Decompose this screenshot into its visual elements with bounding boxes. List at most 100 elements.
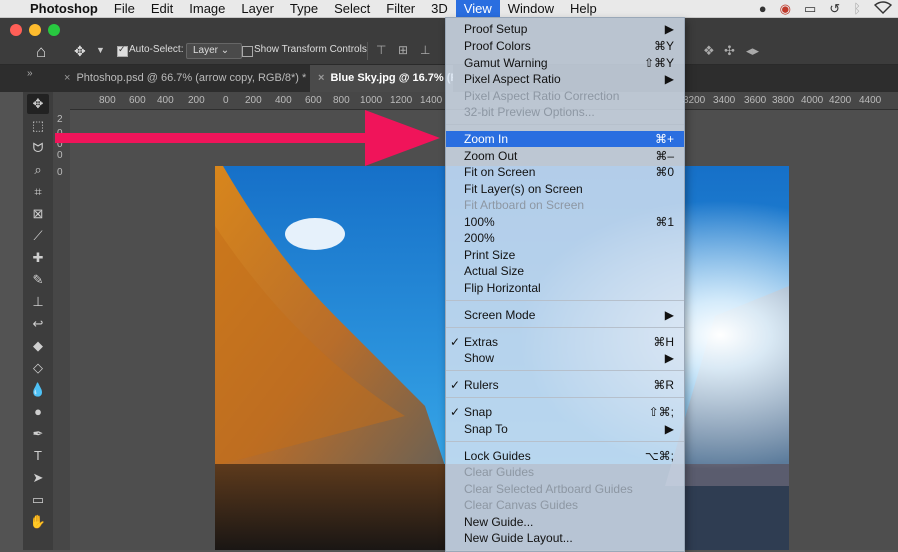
menu-bar-tray: ● ◉ ▭ ↺ ᛒ <box>759 0 893 17</box>
eyedropper-tool-icon[interactable]: ⟋ <box>27 226 49 246</box>
close-window-button[interactable] <box>10 24 22 36</box>
menu-item-snap-to[interactable]: Snap To ▶ <box>446 421 684 437</box>
menu-item-pixel-aspect-ratio[interactable]: Pixel Aspect Ratio ▶ <box>446 71 684 87</box>
3d-pan-icon[interactable]: ✣ <box>724 43 735 59</box>
menu-item-actual-size[interactable]: Actual Size <box>446 263 684 279</box>
menu-type[interactable]: Type <box>282 0 326 17</box>
menu-item-label: Lock Guides <box>464 449 531 463</box>
menu-view[interactable]: View <box>455 0 500 17</box>
menu-item-print-size[interactable]: Print Size <box>446 247 684 263</box>
align-vcenter-icon[interactable]: ⊞ <box>398 43 408 57</box>
chevron-down-icon[interactable]: ▼ <box>96 45 105 55</box>
menu-window[interactable]: Window <box>500 0 562 17</box>
menu-filter[interactable]: Filter <box>378 0 423 17</box>
minimize-window-button[interactable] <box>29 24 41 36</box>
lasso-tool-icon[interactable]: ᗢ <box>27 138 49 158</box>
menu-item-snap[interactable]: ✓ Snap ⇧⌘; <box>446 404 684 420</box>
close-tab-icon[interactable]: × <box>64 72 70 84</box>
type-tool-icon[interactable]: T <box>27 446 49 466</box>
menu-item-fit-artboard-on-screen: Fit Artboard on Screen <box>446 197 684 213</box>
menu-item-100-percent[interactable]: 100% ⌘1 <box>446 214 684 230</box>
menu-item-new-guide-layout[interactable]: New Guide Layout... <box>446 530 684 546</box>
ruler-label: 800 <box>99 95 116 106</box>
menu-edit[interactable]: Edit <box>143 0 181 17</box>
menu-item-proof-colors[interactable]: Proof Colors ⌘Y <box>446 38 684 54</box>
ruler-label: 600 <box>129 95 146 106</box>
bluetooth-icon[interactable]: ᛒ <box>853 1 861 16</box>
menu-image[interactable]: Image <box>181 0 233 17</box>
3d-slide-icon[interactable]: ◂▸ <box>746 43 759 59</box>
menu-item-new-guide[interactable]: New Guide... <box>446 514 684 530</box>
brush-tool-icon[interactable]: ✎ <box>27 270 49 290</box>
3d-orbit-icon[interactable]: ❖ <box>703 43 715 59</box>
ruler-label: 3200 <box>683 95 706 106</box>
quick-select-tool-icon[interactable]: ⌕ <box>27 160 49 180</box>
check-mark: ✓ <box>450 335 461 349</box>
auto-select-target-value: Layer <box>193 45 219 56</box>
menu-item-show[interactable]: Show ▶ <box>446 350 684 366</box>
tab-photoshop-psd[interactable]: × Phtoshop.psd @ 66.7% (arrow copy, RGB/8… <box>56 65 316 92</box>
healing-brush-tool-icon[interactable]: ✚ <box>27 248 49 268</box>
dodge-tool-icon[interactable]: ● <box>27 402 49 422</box>
menu-item-zoom-in[interactable]: Zoom In ⌘+ <box>446 131 684 147</box>
move-tool-icon[interactable]: ✥ <box>27 94 49 114</box>
auto-select-checkbox[interactable] <box>117 44 128 57</box>
menu-item-zoom-out[interactable]: Zoom Out ⌘– <box>446 148 684 164</box>
menu-item-200-percent[interactable]: 200% <box>446 230 684 246</box>
mac-menu-bar: Photoshop File Edit Image Layer Type Sel… <box>0 0 898 18</box>
menu-item-label: Pixel Aspect Ratio <box>464 72 561 86</box>
menu-item-gamut-warning[interactable]: Gamut Warning ⇧⌘Y <box>446 55 684 71</box>
expand-panels-icon[interactable]: » <box>27 68 33 79</box>
paint-bucket-tool-icon[interactable]: ◇ <box>27 358 49 378</box>
ruler-label: 4000 <box>801 95 824 106</box>
time-machine-icon[interactable]: ↺ <box>829 1 840 17</box>
mirror-icon[interactable]: ▭ <box>804 1 816 17</box>
menu-app-photoshop[interactable]: Photoshop <box>0 0 106 17</box>
hand-tool-icon[interactable]: ✋ <box>27 512 49 532</box>
wifi-icon[interactable] <box>873 0 893 17</box>
align-bottom-icon[interactable]: ⊥ <box>420 43 430 57</box>
eraser-tool-icon[interactable]: ◆ <box>27 336 49 356</box>
marquee-tool-icon[interactable]: ⬚ <box>27 116 49 136</box>
menu-item-lock-guides[interactable]: Lock Guides ⌥⌘; <box>446 448 684 464</box>
pen-tool-icon[interactable]: ✒ <box>27 424 49 444</box>
menu-item-screen-mode[interactable]: Screen Mode ▶ <box>446 307 684 323</box>
menu-item-rulers[interactable]: ✓ Rulers ⌘R <box>446 377 684 393</box>
show-transform-checkbox[interactable] <box>242 46 253 57</box>
creative-cloud-icon[interactable]: ◉ <box>780 1 791 17</box>
menu-item-proof-setup[interactable]: Proof Setup ▶ <box>446 21 684 37</box>
menu-help[interactable]: Help <box>562 0 605 17</box>
tab-label: Phtoshop.psd @ 66.7% (arrow copy, RGB/8*… <box>76 72 307 84</box>
shortcut-label: ⌘H <box>653 335 674 349</box>
menu-item-flip-horizontal[interactable]: Flip Horizontal <box>446 280 684 296</box>
zoom-window-button[interactable] <box>48 24 60 36</box>
path-select-tool-icon[interactable]: ➤ <box>27 468 49 488</box>
menu-3d[interactable]: 3D <box>423 0 456 17</box>
shortcut-label: ⌘Y <box>653 39 674 53</box>
menu-item-fit-layers-on-screen[interactable]: Fit Layer(s) on Screen <box>446 181 684 197</box>
menu-select[interactable]: Select <box>326 0 378 17</box>
menu-separator <box>446 300 684 301</box>
shape-tool-icon[interactable]: ▭ <box>27 490 49 510</box>
menu-item-extras[interactable]: ✓ Extras ⌘H <box>446 334 684 350</box>
crop-tool-icon[interactable]: ⌗ <box>27 182 49 202</box>
menu-layer[interactable]: Layer <box>233 0 282 17</box>
blur-tool-icon[interactable]: 💧 <box>27 380 49 400</box>
align-top-icon[interactable]: ⊤ <box>376 43 386 57</box>
move-tool-preset-icon[interactable]: ✥ <box>74 43 86 60</box>
menu-file[interactable]: File <box>106 0 143 17</box>
history-brush-tool-icon[interactable]: ↩ <box>27 314 49 334</box>
vertical-ruler[interactable]: 2 0 0 0 0 <box>53 109 71 550</box>
clone-stamp-tool-icon[interactable]: ⊥ <box>27 292 49 312</box>
home-icon[interactable]: ⌂ <box>36 42 46 62</box>
auto-select-target-dropdown[interactable]: Layer ⌄ <box>186 43 242 59</box>
grammarly-icon[interactable]: ● <box>759 1 767 16</box>
menu-item-fit-on-screen[interactable]: Fit on Screen ⌘0 <box>446 164 684 180</box>
menu-item-label: Snap <box>464 405 493 419</box>
menu-item-label: Print Size <box>464 248 516 262</box>
tab-blue-sky-jpg[interactable]: × Blue Sky.jpg @ 16.7% (R <box>310 65 453 92</box>
frame-tool-icon[interactable]: ⊠ <box>27 204 49 224</box>
menu-item-label: 32-bit Preview Options... <box>464 105 595 119</box>
menu-item-label: Proof Setup <box>464 22 528 36</box>
close-tab-icon[interactable]: × <box>318 72 324 84</box>
